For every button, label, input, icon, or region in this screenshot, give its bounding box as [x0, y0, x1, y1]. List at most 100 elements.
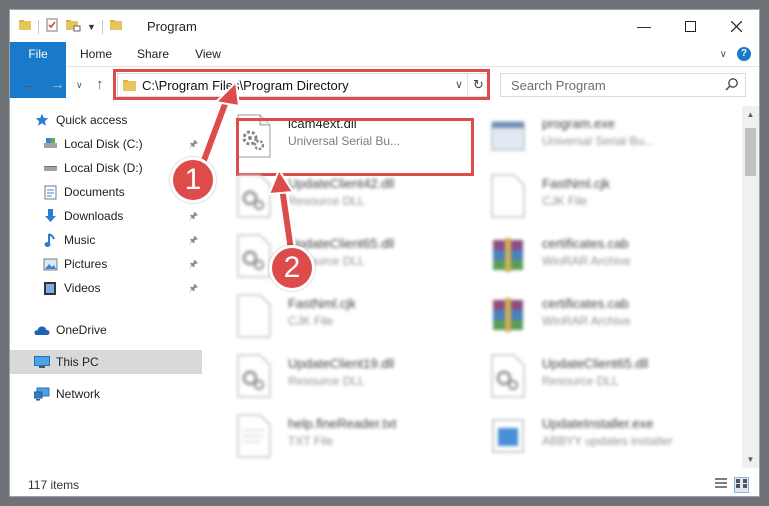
file-name: certificates.cab	[542, 236, 629, 251]
file-type: Resource DLL	[288, 254, 365, 268]
explorer-window: ▼ Program — File Home Share View ∨ ? ← →…	[9, 9, 760, 497]
file-item[interactable]: help.fineReader.txt TXT File	[228, 410, 463, 466]
scroll-up-arrow-icon[interactable]: ▲	[742, 106, 759, 123]
search-box[interactable]	[500, 73, 746, 97]
large-icons-view-icon[interactable]	[734, 477, 749, 493]
sidebar-item-quick-access[interactable]: Quick access	[10, 108, 202, 132]
tab-share[interactable]: Share	[131, 42, 175, 66]
navigation-pane: Quick access Local Disk (C:) 🖈 Local Dis…	[10, 106, 208, 466]
title-folder-icon	[109, 18, 123, 35]
sidebar-item-label: Network	[56, 387, 101, 401]
view-switcher	[714, 477, 749, 493]
pictures-icon	[42, 256, 58, 272]
sidebar-item-local-disk-c[interactable]: Local Disk (C:) 🖈	[10, 132, 202, 156]
dll-gear-icon	[490, 354, 526, 398]
address-path[interactable]: C:\Program Files\Program Directory	[142, 78, 349, 93]
sidebar-item-label: Videos	[64, 281, 101, 295]
customize-toolbar-chevron-icon[interactable]: ▼	[87, 22, 96, 32]
sidebar-item-label: Downloads	[64, 209, 124, 223]
address-bar[interactable]: C:\Program Files\Program Directory ∨ ↻	[117, 73, 490, 97]
file-item[interactable]: certificates.cab WinRAR Archive	[482, 290, 717, 346]
file-highlight-box	[236, 118, 474, 176]
file-type: WinRAR Archive	[542, 254, 631, 268]
ribbon-tabs: File Home Share View ∨ ?	[10, 42, 759, 98]
file-list: icam4ext.dll Universal Serial Bu... prog…	[214, 106, 738, 468]
file-item[interactable]: FastNml.cjk CJK File	[228, 290, 463, 346]
drive-icon	[42, 136, 58, 152]
sidebar-item-label: Quick access	[56, 113, 128, 127]
downloads-icon	[42, 208, 58, 224]
sidebar-item-music[interactable]: Music 🖈	[10, 228, 202, 252]
sidebar-item-videos[interactable]: Videos 🖈	[10, 276, 202, 300]
winrar-icon	[490, 294, 526, 338]
folder-icon[interactable]	[18, 18, 32, 35]
file-name: UpdateInstaller.exe	[542, 416, 654, 431]
vertical-scrollbar[interactable]: ▲ ▼	[742, 106, 759, 468]
back-arrow-icon[interactable]: ←	[22, 76, 37, 93]
recent-locations-chevron-icon[interactable]: ∨	[76, 80, 83, 91]
file-name: program.exe	[542, 116, 615, 131]
file-name: UpdateClient65.dll	[542, 356, 649, 371]
tab-view[interactable]: View	[188, 42, 228, 66]
scroll-down-arrow-icon[interactable]: ▼	[742, 451, 759, 468]
sidebar-item-label: Local Disk (C:)	[64, 137, 143, 151]
search-input[interactable]	[501, 74, 721, 96]
file-type: Resource DLL	[288, 374, 365, 388]
file-name: help.fineReader.txt	[288, 416, 397, 431]
file-name: UpdateClient42.dll	[288, 176, 395, 191]
pin-icon[interactable]: 🖈	[189, 257, 198, 274]
file-item[interactable]: UpdateClient19.dll Resource DLL	[228, 350, 463, 406]
sidebar-item-documents[interactable]: Documents 🖈	[10, 180, 202, 204]
expand-ribbon-chevron-icon[interactable]: ∨	[720, 49, 727, 60]
toolbar-divider	[38, 19, 39, 34]
sidebar-item-onedrive[interactable]: OneDrive	[10, 318, 202, 342]
pin-icon[interactable]: 🖈	[189, 233, 198, 250]
sidebar-item-pictures[interactable]: Pictures 🖈	[10, 252, 202, 276]
pin-icon[interactable]: 🖈	[189, 185, 198, 202]
file-item[interactable]: UpdateClient65.dll Resource DLL	[228, 230, 463, 286]
file-type: ABBYY updates installer	[542, 434, 673, 448]
blank-file-icon	[236, 294, 272, 338]
file-type: CJK File	[542, 194, 588, 208]
quick-access-toolbar: ▼	[18, 18, 123, 35]
file-item[interactable]: FastNml.cjk CJK File	[482, 170, 717, 226]
sidebar-item-label: Local Disk (D:)	[64, 161, 143, 175]
tab-home[interactable]: Home	[73, 42, 119, 66]
network-icon	[34, 386, 50, 402]
ribbon-controls: ∨ ?	[720, 47, 751, 61]
videos-icon	[42, 280, 58, 296]
sidebar-item-network[interactable]: Network	[10, 382, 202, 406]
pin-icon[interactable]: 🖈	[189, 281, 198, 298]
sidebar-item-downloads[interactable]: Downloads 🖈	[10, 204, 202, 228]
sidebar-item-this-pc[interactable]: This PC	[10, 350, 202, 374]
minimize-button[interactable]: —	[621, 10, 667, 42]
maximize-button[interactable]	[667, 10, 713, 42]
pc-icon	[34, 354, 50, 370]
scrollbar-thumb[interactable]	[745, 128, 756, 176]
file-item[interactable]: UpdateInstaller.exe ABBYY updates instal…	[482, 410, 717, 466]
refresh-icon[interactable]: ↻	[467, 74, 489, 96]
file-item[interactable]: UpdateClient42.dll Resource DLL	[228, 170, 463, 226]
item-count: 117 items	[28, 478, 80, 492]
pin-icon[interactable]: 🖈	[189, 209, 198, 226]
file-item[interactable]: program.exe Universal Serial Bu...	[482, 110, 717, 166]
up-arrow-icon[interactable]: ↑	[96, 76, 104, 93]
search-icon[interactable]	[725, 77, 739, 94]
close-button[interactable]	[713, 10, 759, 42]
dll-gear-icon	[236, 354, 272, 398]
forward-arrow-icon[interactable]: →	[50, 76, 65, 93]
pin-icon[interactable]: 🖈	[189, 137, 198, 154]
properties-icon[interactable]	[45, 18, 59, 35]
file-item[interactable]: UpdateClient65.dll Resource DLL	[482, 350, 717, 406]
new-folder-icon[interactable]	[65, 18, 81, 35]
documents-icon	[42, 184, 58, 200]
status-bar: 117 items	[10, 472, 759, 496]
file-item[interactable]: certificates.cab WinRAR Archive	[482, 230, 717, 286]
help-icon[interactable]: ?	[737, 47, 751, 61]
file-type: TXT File	[288, 434, 334, 448]
address-folder-icon	[123, 79, 137, 95]
address-dropdown-chevron-icon[interactable]: ∨	[455, 78, 463, 91]
file-type: Universal Serial Bu...	[542, 134, 655, 148]
details-view-icon[interactable]	[714, 477, 728, 493]
sidebar-item-local-disk-d[interactable]: Local Disk (D:)	[10, 156, 202, 180]
